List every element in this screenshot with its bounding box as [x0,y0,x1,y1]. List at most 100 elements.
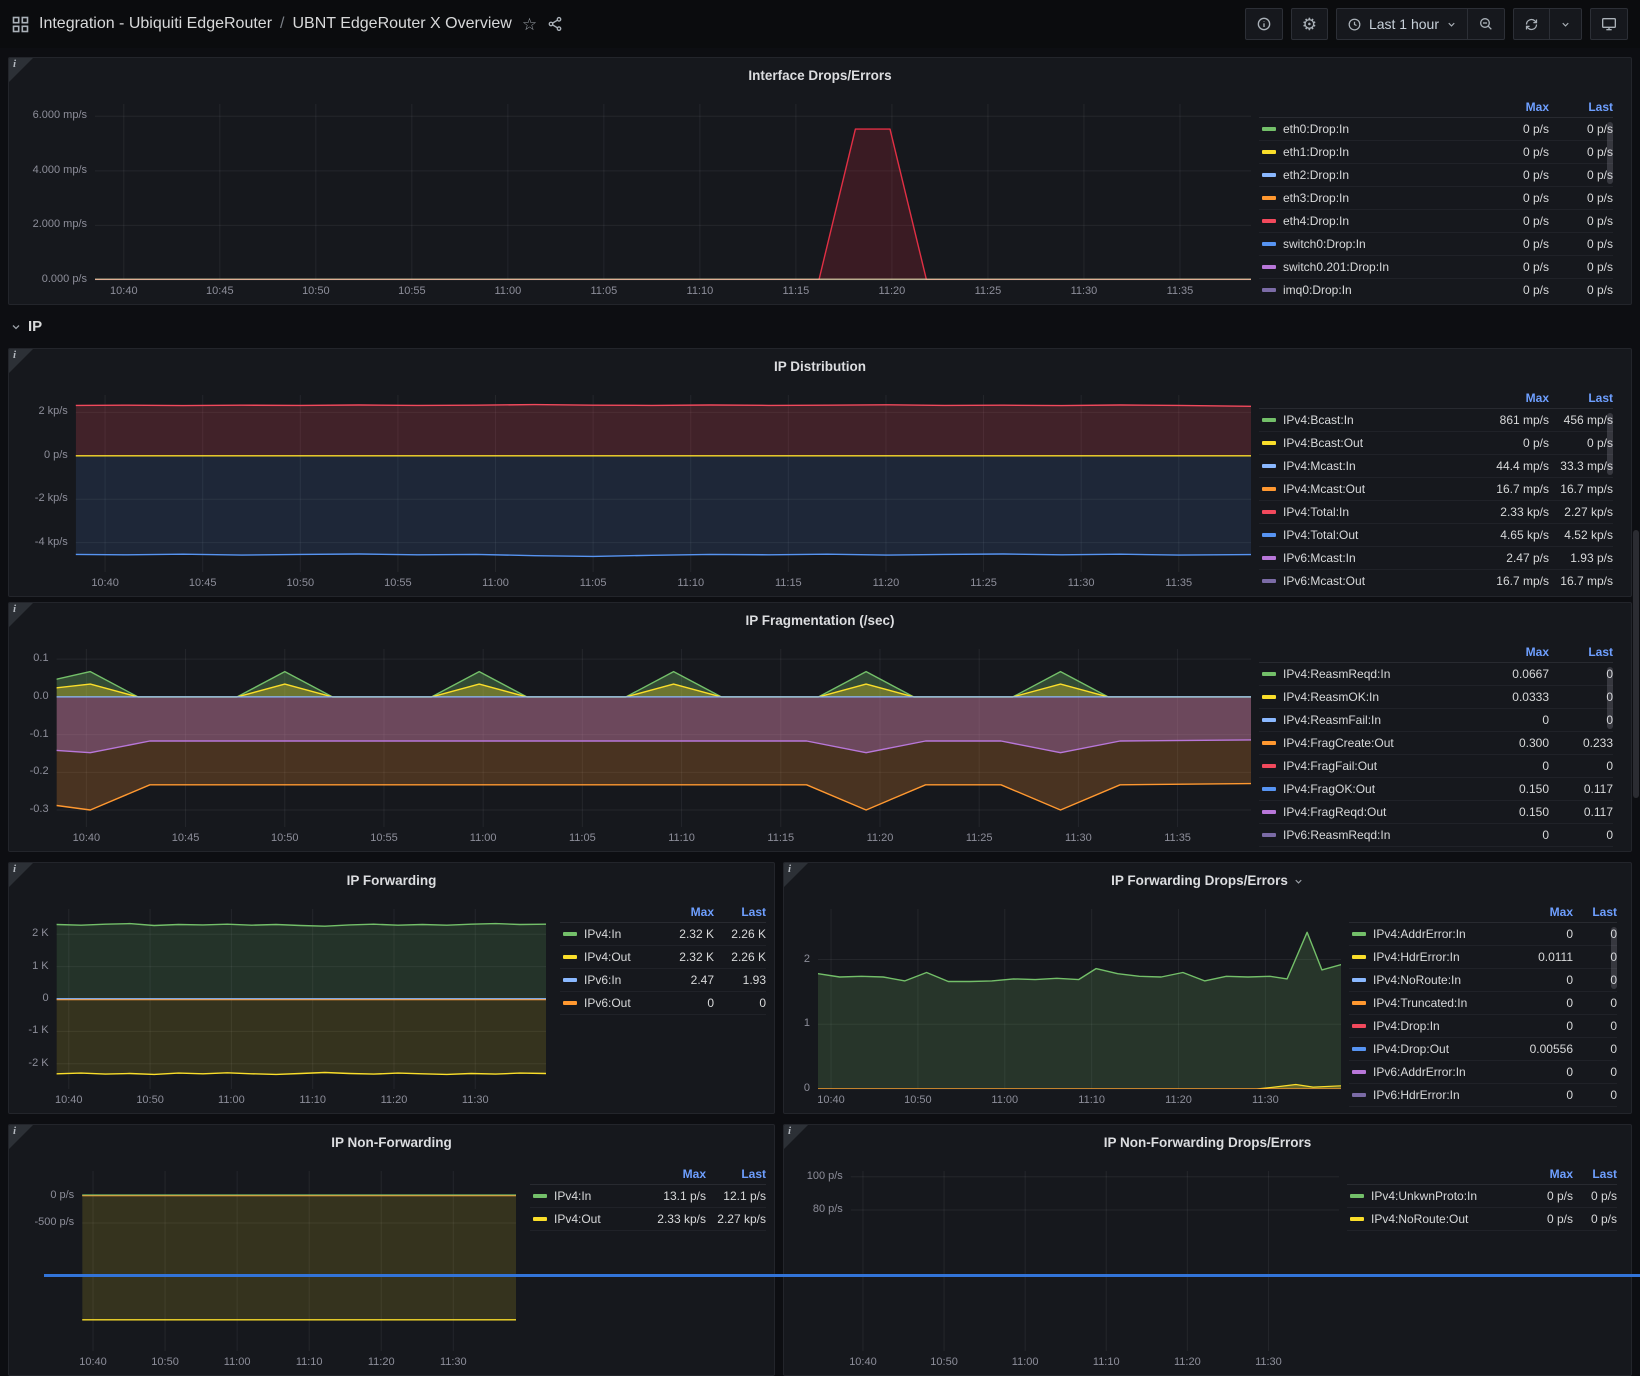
legend-series-name[interactable]: IPv4:Drop:Out [1373,1042,1509,1056]
legend-last-value: 0 p/s [1549,436,1613,450]
legend-series-name[interactable]: IPv4:Total:In [1283,505,1475,519]
legend-last-value: 0 [1549,667,1613,681]
legend-series-name[interactable]: IPv4:Bcast:In [1283,413,1475,427]
legend-series-name[interactable]: switch0.201:Drop:In [1283,260,1475,274]
zoom-out-button[interactable] [1467,9,1504,39]
legend-series-name[interactable]: IPv4:FragFail:Out [1283,759,1475,773]
x-axis-tick-label: 10:50 [286,285,346,297]
legend-sort-max[interactable]: Max [1509,905,1573,919]
legend-series-name[interactable]: eth0:Drop:In [1283,122,1475,136]
legend-sort-last[interactable]: Last [1573,905,1617,919]
apps-grid-icon[interactable] [12,16,29,33]
series-color-swatch [1352,978,1366,982]
dashboard-info-button[interactable] [1245,8,1283,40]
legend-series-name[interactable]: IPv4:NoRoute:In [1373,973,1509,987]
panel-title[interactable]: IP Forwarding [9,863,774,897]
breadcrumb-dashboard-title[interactable]: UBNT EdgeRouter X Overview [292,15,511,33]
legend-series-name[interactable]: switch0:Drop:In [1283,237,1475,251]
panel-title[interactable]: Interface Drops/Errors [9,58,1631,92]
legend-scrollbar-thumb[interactable] [1607,667,1613,729]
legend-series-name[interactable]: IPv6:ReasmReqd:In [1283,828,1475,842]
panel-title[interactable]: IP Forwarding Drops/Errors [784,863,1631,897]
legend-last-value: 456 mp/s [1549,413,1613,427]
legend-series-name[interactable]: imq0:Drop:In [1283,283,1475,297]
legend-series-name[interactable]: IPv6:Out [584,996,658,1010]
legend-series-name[interactable]: IPv4:Out [584,950,658,964]
x-axis-tick-label: 11:20 [1149,1094,1209,1106]
legend-series-name[interactable]: IPv6:Mcast:Out [1283,574,1475,588]
panel-title[interactable]: IP Non-Forwarding Drops/Errors [784,1125,1631,1159]
breadcrumb-folder[interactable]: Integration - Ubiquiti EdgeRouter [39,15,272,33]
legend-series-name[interactable]: IPv6:HdrError:In [1373,1088,1509,1102]
dashboard-settings-button[interactable]: ⚙ [1291,8,1328,40]
legend-series-name[interactable]: eth2:Drop:In [1283,168,1475,182]
legend-sort-max[interactable]: Max [1475,645,1549,659]
legend-sort-max[interactable]: Max [1527,1167,1573,1181]
legend-last-value: 0 [1549,759,1613,773]
legend-series-name[interactable]: IPv4:Bcast:Out [1283,436,1475,450]
legend-series-name[interactable]: IPv4:ReasmOK:In [1283,690,1475,704]
legend-sort-max[interactable]: Max [1475,100,1549,114]
legend-sort-last[interactable]: Last [1573,1167,1617,1181]
legend-series-name[interactable]: IPv4:ReasmFail:In [1283,713,1475,727]
legend-series-name[interactable]: IPv4:Out [554,1212,644,1226]
legend-series-name[interactable]: IPv4:ReasmReqd:In [1283,667,1475,681]
legend-series-name[interactable]: IPv4:FragReqd:Out [1283,805,1475,819]
chart-ip-forwarding[interactable]: 2 K1 K0-1 K-2 K10:4010:5011:0011:1011:20… [17,901,550,1109]
time-range-picker[interactable]: Last 1 hour [1337,9,1467,39]
chart-ip-non-forwarding[interactable]: 0 p/s-500 p/s10:4010:5011:0011:1011:2011… [17,1163,520,1371]
legend-sort-max[interactable]: Max [658,905,714,919]
x-axis-tick-label: 10:55 [368,577,428,589]
star-icon[interactable]: ☆ [522,16,537,33]
legend-series-name[interactable]: IPv4:FragCreate:Out [1283,736,1475,750]
x-axis-tick-label: 11:35 [1150,285,1210,297]
legend-series-name[interactable]: IPv4:Truncated:In [1373,996,1509,1010]
legend-series-name[interactable]: IPv4:HdrError:In [1373,950,1509,964]
legend-max-value: 4.65 kp/s [1475,528,1549,542]
legend-row: IPv6:Mcast:In2.47 p/s1.93 p/s [1259,547,1613,570]
refresh-button[interactable] [1514,9,1549,39]
legend-scrollbar-thumb[interactable] [1607,122,1613,184]
x-axis-tick-label: 11:00 [975,1094,1035,1106]
legend-series-name[interactable]: IPv4:Mcast:Out [1283,482,1475,496]
legend-series-name[interactable]: IPv4:AddrError:In [1373,927,1509,941]
legend-sort-last[interactable]: Last [714,905,766,919]
chart-interface-drops-errors[interactable]: 0.000 p/s2.000 mp/s4.000 mp/s6.000 mp/s1… [17,96,1255,300]
legend-series-name[interactable]: IPv4:In [584,927,658,941]
legend-series-name[interactable]: IPv4:In [554,1189,644,1203]
legend-sort-max[interactable]: Max [1475,391,1549,405]
legend-scrollbar-thumb[interactable] [1607,413,1613,475]
legend-sort-last[interactable]: Last [706,1167,766,1181]
legend-series-name[interactable]: eth4:Drop:In [1283,214,1475,228]
page-scrollbar-thumb[interactable] [1633,530,1639,798]
panel-title[interactable]: IP Distribution [9,349,1631,383]
legend-series-name[interactable]: IPv6:AddrError:In [1373,1065,1509,1079]
share-icon[interactable] [547,16,563,32]
chart-ip-distribution[interactable]: 2 kp/s0 p/s-2 kp/s-4 kp/s10:4010:4510:50… [17,387,1255,592]
legend-sort-last[interactable]: Last [1549,645,1613,659]
legend-series-name[interactable]: eth3:Drop:In [1283,191,1475,205]
chart-ip-non-forwarding-drops-errors[interactable]: 100 p/s80 p/s10:4010:5011:0011:1011:2011… [792,1163,1343,1371]
legend-series-name[interactable]: IPv4:Total:Out [1283,528,1475,542]
refresh-interval-dropdown[interactable] [1549,9,1581,39]
tv-mode-button[interactable] [1590,8,1628,40]
panel-title[interactable]: IP Fragmentation (/sec) [9,603,1631,637]
legend-series-name[interactable]: IPv4:UnkwnProto:In [1371,1189,1527,1203]
chart-ip-fragmentation[interactable]: 0.10.0-0.1-0.2-0.310:4010:4510:5010:5511… [17,641,1255,847]
legend-series-name[interactable]: IPv4:Drop:In [1373,1019,1509,1033]
legend-series-name[interactable]: IPv4:NoRoute:Out [1371,1212,1527,1226]
legend-sort-max[interactable]: Max [644,1167,706,1181]
legend-series-name[interactable]: eth1:Drop:In [1283,145,1475,159]
legend-series-name[interactable]: IPv4:Mcast:In [1283,459,1475,473]
legend-sort-last[interactable]: Last [1549,391,1613,405]
chart-ip-forwarding-drops-errors[interactable]: 21010:4010:5011:0011:1011:2011:30 [792,901,1345,1109]
legend-scrollbar-thumb[interactable] [1611,927,1617,989]
legend-series-name[interactable]: IPv4:FragOK:Out [1283,782,1475,796]
legend-row: IPv4:Bcast:Out0 p/s0 p/s [1259,432,1613,455]
legend-series-name[interactable]: IPv6:In [584,973,658,987]
legend-series-name[interactable]: IPv6:Mcast:In [1283,551,1475,565]
row-toggle-ip[interactable]: IP [10,305,42,348]
x-axis-tick-label: 10:45 [190,285,250,297]
legend-sort-last[interactable]: Last [1549,100,1613,114]
panel-title[interactable]: IP Non-Forwarding [9,1125,774,1159]
